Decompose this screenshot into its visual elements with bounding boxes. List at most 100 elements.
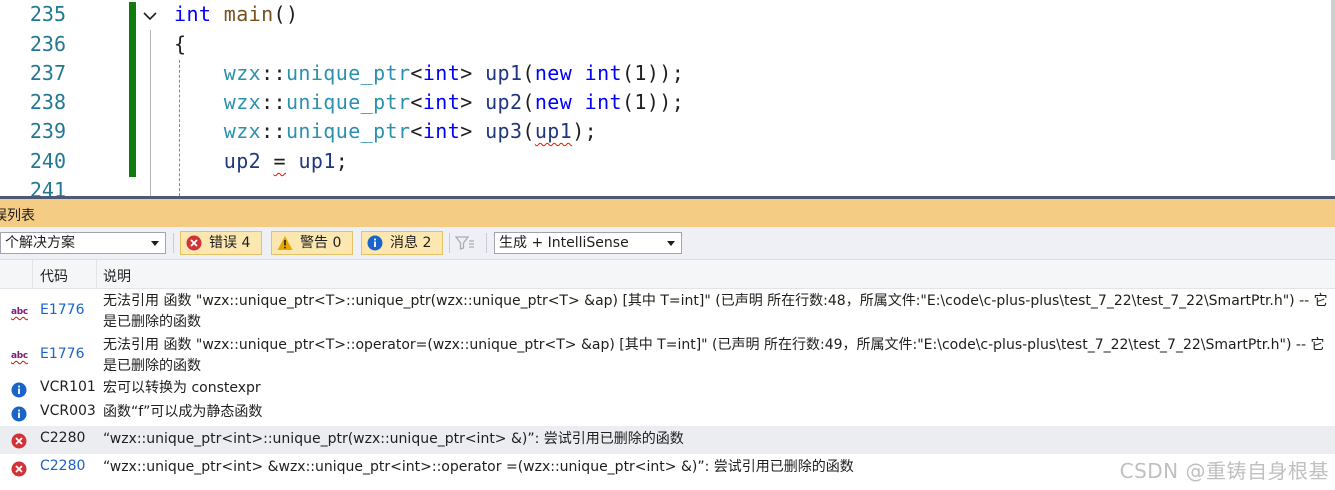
- info-icon: [11, 382, 27, 402]
- code-token: up1: [485, 61, 523, 85]
- code-token: (: [522, 90, 535, 114]
- error-list-row[interactable]: VCR101 宏可以转换为 constexpr: [0, 377, 1335, 401]
- code-line[interactable]: 238 wzx::unique_ptr<int> up2(new int(1))…: [0, 88, 1335, 117]
- error-list-row[interactable]: VCR003 函数“f”可以成为静态函数: [0, 401, 1335, 425]
- error-list-row[interactable]: abc E1776 无法引用 函数 "wzx::unique_ptr<T>::uni…: [0, 289, 1335, 333]
- messages-filter-label: 消息 2: [390, 235, 432, 251]
- error-code[interactable]: E1776: [40, 302, 84, 318]
- code-token: up2: [223, 149, 262, 173]
- code-token: new: [534, 90, 573, 114]
- code-token: ::: [261, 119, 286, 143]
- info-icon: [11, 406, 27, 426]
- error-list-row[interactable]: abc E1776 无法引用 函数 "wzx::unique_ptr<T>::ope…: [0, 333, 1335, 377]
- code-line[interactable]: 236 {: [0, 30, 1335, 59]
- error-code[interactable]: E1776: [40, 346, 84, 362]
- code-token: );: [572, 119, 598, 143]
- error-icon: [11, 433, 27, 453]
- code-text[interactable]: wzx::unique_ptr<int> up2(new int(1));: [174, 88, 684, 117]
- code-token: int: [584, 61, 622, 85]
- error-code[interactable]: C2280: [40, 458, 85, 474]
- code-token: {: [174, 32, 187, 56]
- code-line[interactable]: 239 wzx::unique_ptr<int> up3(up1);: [0, 117, 1335, 146]
- code-token: wzx: [223, 90, 262, 114]
- code-text[interactable]: up2 = up1;: [174, 147, 348, 176]
- code-line[interactable]: 241: [0, 176, 1335, 196]
- warning-icon: [277, 236, 293, 250]
- code-token: >: [460, 119, 486, 143]
- code-token: (1));: [621, 61, 685, 85]
- code-token: >: [460, 90, 486, 114]
- scope-select[interactable]: 个解决方案: [0, 232, 166, 254]
- dropdown-arrow-icon: [667, 241, 675, 246]
- info-icon: [367, 235, 383, 251]
- toolbar-separator: [449, 233, 450, 253]
- line-number: 238: [29, 90, 66, 114]
- code-token: int: [584, 90, 622, 114]
- code-token: int: [174, 2, 212, 26]
- code-token: (1));: [621, 90, 685, 114]
- error-code: VCR101: [40, 379, 96, 395]
- code-token: new: [534, 61, 573, 85]
- description-column-label: 说明: [103, 269, 131, 285]
- error-icon: [11, 461, 27, 481]
- build-source-select[interactable]: 生成 + IntelliSense: [494, 232, 682, 254]
- error-list-panel: 误列表 个解决方案 错误 4 警告 0: [0, 196, 1335, 490]
- code-token: wzx: [223, 119, 262, 143]
- code-text[interactable]: int main(): [174, 0, 298, 29]
- code-text[interactable]: {: [174, 30, 186, 59]
- dropdown-arrow-icon: [151, 241, 159, 246]
- error-list-header: 代码 说明: [0, 260, 1335, 289]
- code-token: int: [422, 119, 461, 143]
- errors-filter-button[interactable]: 错误 4: [180, 231, 262, 255]
- error-icon: [186, 235, 202, 251]
- code-token: up1: [298, 149, 336, 173]
- code-text[interactable]: wzx::unique_ptr<int> up1(new int(1));: [174, 59, 684, 88]
- line-number: 239: [29, 119, 66, 143]
- warnings-filter-label: 警告 0: [300, 235, 342, 251]
- watermark: CSDN @重铸自身根基: [1119, 459, 1329, 483]
- error-description: 无法引用 函数 "wzx::unique_ptr<T>::unique_ptr(…: [103, 293, 1328, 330]
- error-list-row[interactable]: C2280 “wzx::unique_ptr<int>::unique_ptr(w…: [0, 426, 1335, 454]
- code-line[interactable]: 235 int main(): [0, 0, 1335, 29]
- line-number: 237: [29, 61, 66, 85]
- scope-select-value: 个解决方案: [5, 235, 75, 251]
- line-number: 240: [29, 149, 66, 173]
- code-token: up2: [485, 90, 523, 114]
- code-editor[interactable]: 235 int main() 236{237 wzx::unique_ptr<int…: [0, 0, 1335, 196]
- code-token: ::: [261, 90, 286, 114]
- line-number: 241: [29, 178, 66, 196]
- error-description: “wzx::unique_ptr<int>::unique_ptr(wzx::u…: [103, 431, 684, 447]
- spelling-abc-icon: abc: [11, 351, 28, 361]
- code-line[interactable]: 237 wzx::unique_ptr<int> up1(new int(1))…: [0, 59, 1335, 88]
- warnings-filter-button[interactable]: 警告 0: [271, 231, 353, 255]
- filter-icon[interactable]: [455, 235, 475, 251]
- code-token: <: [410, 119, 423, 143]
- code-line[interactable]: 240 up2 = up1;: [0, 147, 1335, 176]
- line-number: 236: [29, 32, 66, 56]
- code-token: (: [522, 119, 535, 143]
- panel-title: 误列表: [0, 208, 35, 224]
- toolbar-separator: [486, 233, 487, 253]
- code-token: up3: [485, 119, 523, 143]
- icon-column-header[interactable]: [0, 260, 33, 288]
- line-number: 235: [29, 2, 66, 26]
- code-token: unique_ptr: [285, 119, 411, 143]
- code-token: >: [460, 61, 486, 85]
- error-description: 宏可以转换为 constexpr: [103, 380, 261, 396]
- code-token: int: [422, 61, 461, 85]
- messages-filter-button[interactable]: 消息 2: [361, 231, 443, 255]
- code-token: up1: [534, 119, 573, 143]
- code-token: int: [422, 90, 461, 114]
- panel-title-bar[interactable]: 误列表: [0, 196, 1335, 227]
- error-code: VCR003: [40, 403, 96, 419]
- code-text[interactable]: wzx::unique_ptr<int> up3(up1);: [174, 117, 597, 146]
- toolbar-separator: [173, 233, 174, 253]
